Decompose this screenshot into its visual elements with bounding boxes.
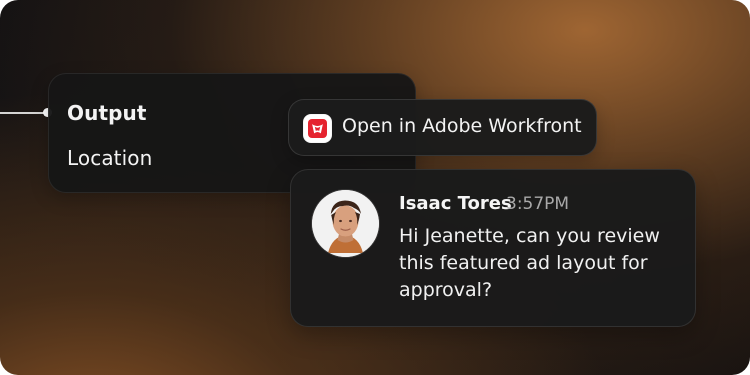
location-label: Location	[67, 146, 153, 170]
open-in-workfront-button[interactable]: Open in Adobe Workfront	[288, 99, 597, 156]
message-time: 3:57PM	[506, 194, 570, 214]
connector-line	[0, 112, 47, 114]
sender-name: Isaac Tores	[399, 193, 512, 214]
adobe-workfront-icon	[303, 114, 332, 143]
workflow-preview-canvas: Output Location Open in Adobe Workfront	[0, 0, 750, 375]
message-body: Hi Jeanette, can you review this feature…	[399, 225, 660, 301]
output-label: Output	[67, 101, 147, 125]
user-avatar	[312, 190, 379, 257]
message-card: Isaac Tores 3:57PM Hi Jeanette, can you …	[290, 169, 696, 327]
open-in-workfront-label: Open in Adobe Workfront	[342, 115, 582, 137]
